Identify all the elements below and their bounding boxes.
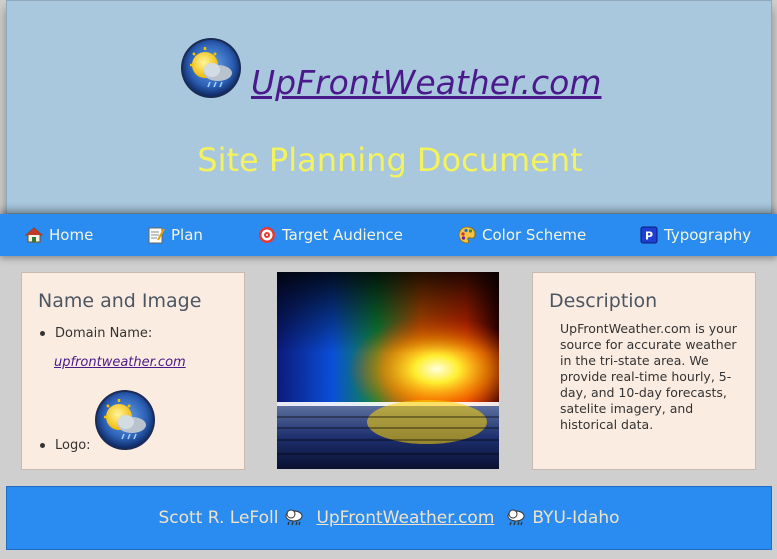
nav-item-target-audience[interactable]: Target Audience bbox=[258, 214, 403, 256]
footer-site-link[interactable]: UpFrontWeather.com bbox=[316, 508, 494, 528]
domain-name-link[interactable]: upfrontweather.com bbox=[54, 355, 186, 370]
weather-logo-icon bbox=[180, 37, 242, 99]
main-nav: Home Plan Target Audience Color Scheme P… bbox=[0, 214, 777, 256]
author-name: Scott R. LeFoll bbox=[158, 508, 279, 528]
name-and-image-card: Name and Image Domain Name: upfrontweath… bbox=[21, 272, 245, 470]
weather-logo-icon bbox=[94, 389, 156, 451]
cloud-rain-icon bbox=[506, 509, 526, 527]
nav-label: Target Audience bbox=[282, 226, 403, 244]
cloud-rain-icon bbox=[284, 509, 304, 527]
card-heading: Description bbox=[549, 290, 658, 312]
nav-item-plan[interactable]: Plan bbox=[147, 214, 203, 256]
page-title: Site Planning Document bbox=[197, 141, 583, 179]
card-heading: Name and Image bbox=[38, 290, 202, 312]
nav-item-typography[interactable]: P Typography bbox=[640, 214, 751, 256]
house-icon bbox=[25, 227, 43, 243]
site-footer: Scott R. LeFoll UpFrontWeather.com BYU-I… bbox=[6, 486, 772, 550]
sunset-image bbox=[277, 272, 499, 469]
domain-name-label: Domain Name: bbox=[40, 326, 152, 341]
memo-icon bbox=[148, 227, 165, 244]
school-name: BYU-Idaho bbox=[532, 508, 620, 528]
p-square-icon: P bbox=[640, 226, 658, 244]
svg-text:P: P bbox=[645, 230, 653, 243]
palette-icon bbox=[458, 226, 476, 244]
nav-item-color-scheme[interactable]: Color Scheme bbox=[458, 214, 586, 256]
site-header: UpFrontWeather.com Site Planning Documen… bbox=[6, 0, 772, 214]
site-home-link[interactable]: UpFrontWeather.com bbox=[251, 63, 602, 102]
nav-label: Plan bbox=[171, 226, 203, 244]
nav-label: Color Scheme bbox=[482, 226, 587, 244]
nav-label: Typography bbox=[664, 226, 752, 244]
logo-label: Logo: bbox=[40, 438, 91, 453]
nav-label: Home bbox=[49, 226, 94, 244]
description-card: Description UpFrontWeather.com is your s… bbox=[532, 272, 756, 470]
nav-item-home[interactable]: Home bbox=[25, 214, 93, 256]
target-icon bbox=[259, 227, 275, 243]
description-text: UpFrontWeather.com is your source for ac… bbox=[560, 321, 737, 432]
